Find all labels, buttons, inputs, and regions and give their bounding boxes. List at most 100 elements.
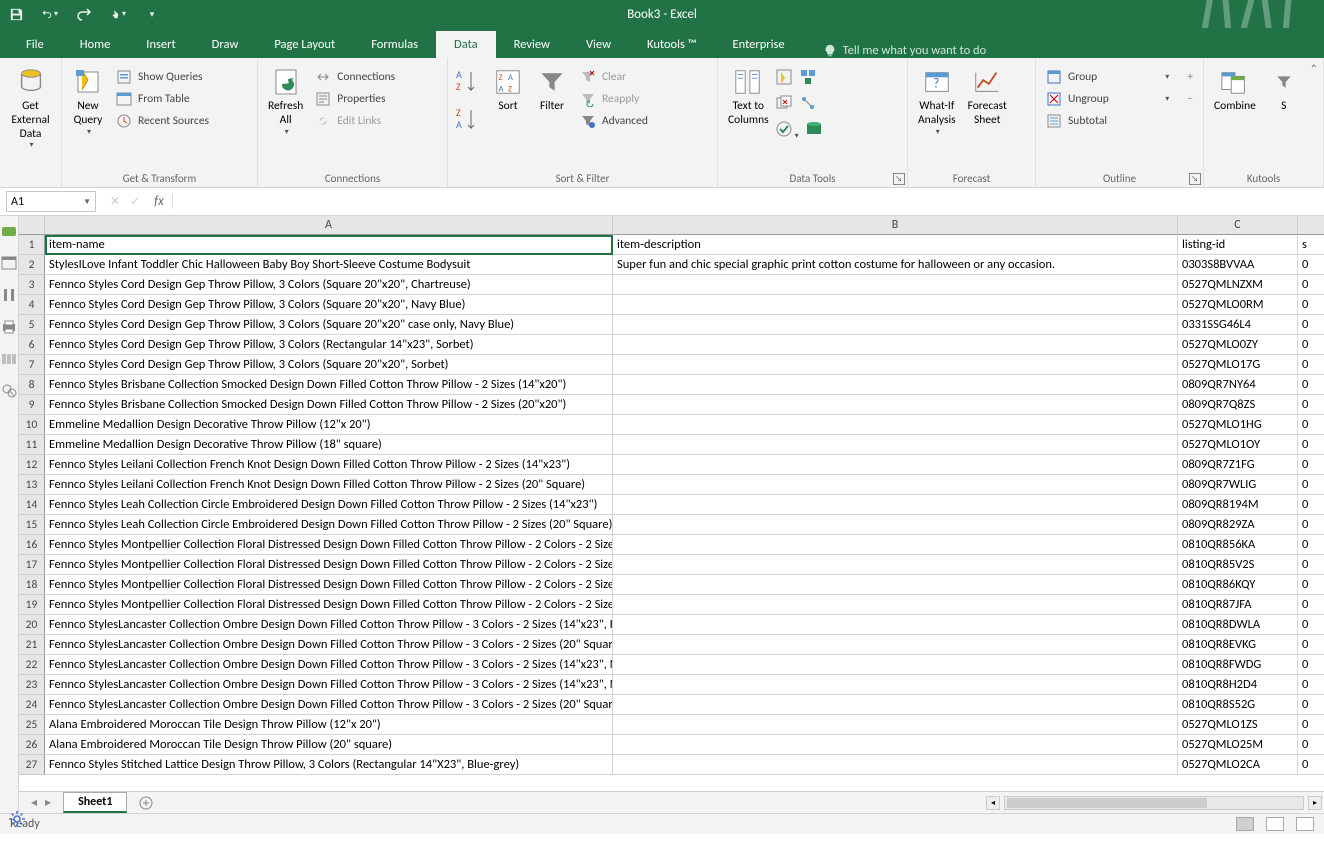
refresh-all-button[interactable]: Refresh All▾ [262, 62, 309, 139]
row-header[interactable]: 13 [19, 475, 45, 495]
ribbon-tab-kutools-[interactable]: Kutools ™ [629, 31, 715, 58]
cell[interactable] [613, 295, 1178, 315]
cell[interactable]: 0 [1298, 675, 1324, 695]
ribbon-tab-home[interactable]: Home [62, 31, 129, 58]
row-header[interactable]: 5 [19, 315, 45, 335]
select-all-corner[interactable] [19, 216, 45, 235]
cell[interactable]: Fennco Styles Leah Collection Circle Emb… [45, 515, 613, 535]
ribbon-tab-formulas[interactable]: Formulas [353, 31, 436, 58]
row-header[interactable]: 14 [19, 495, 45, 515]
cell[interactable]: Alana Embroidered Moroccan Tile Design T… [45, 715, 613, 735]
row-header[interactable]: 11 [19, 435, 45, 455]
column-header[interactable]: C [1178, 216, 1298, 235]
cell[interactable]: Fennco Styles Montpellier Collection Flo… [45, 555, 613, 575]
cell[interactable]: listing-id [1178, 235, 1298, 255]
cell[interactable] [613, 735, 1178, 755]
cell[interactable]: 0810QR86KQY [1178, 575, 1298, 595]
cell[interactable]: 0 [1298, 515, 1324, 535]
cell[interactable] [613, 755, 1178, 775]
cell[interactable] [613, 375, 1178, 395]
rail-barcode-icon[interactable] [0, 350, 18, 368]
cell[interactable] [613, 275, 1178, 295]
cell[interactable]: 0809QR7NY64 [1178, 375, 1298, 395]
cell[interactable]: Fennco Styles Montpellier Collection Flo… [45, 575, 613, 595]
cell[interactable] [613, 415, 1178, 435]
data-validation-icon[interactable]: ▾ [775, 120, 799, 142]
cell[interactable]: 0809QR7Q8ZS [1178, 395, 1298, 415]
ribbon-tab-view[interactable]: View [568, 31, 629, 58]
cell[interactable]: 0810QR8S52G [1178, 695, 1298, 715]
cell[interactable]: 0810QR8EVKG [1178, 635, 1298, 655]
cell[interactable]: Fennco Styles Leilani Collection French … [45, 475, 613, 495]
cell[interactable]: 0527QMLO1ZS [1178, 715, 1298, 735]
tab-nav-next-icon[interactable]: ▸ [45, 795, 51, 810]
row-header[interactable]: 24 [19, 695, 45, 715]
cell[interactable]: 0809QR8194M [1178, 495, 1298, 515]
name-box[interactable]: A1 ▼ [6, 191, 96, 212]
cell[interactable]: Fennco Styles Cord Design Gep Throw Pill… [45, 355, 613, 375]
cell[interactable]: 0 [1298, 435, 1324, 455]
horizontal-scrollbar[interactable]: ◂ ▸ [740, 796, 1324, 810]
page-layout-view-button[interactable] [1266, 817, 1284, 831]
row-header[interactable]: 22 [19, 655, 45, 675]
cell[interactable]: Super fun and chic special graphic print… [613, 255, 1178, 275]
cell[interactable]: Fennco Styles Leilani Collection French … [45, 455, 613, 475]
cell[interactable]: Fennco Styles Brisbane Collection Smocke… [45, 375, 613, 395]
text-to-columns-button[interactable]: Text to Columns [722, 62, 775, 130]
formula-input[interactable] [173, 191, 1324, 212]
cell[interactable]: 0 [1298, 695, 1324, 715]
cell[interactable]: 0527QMLO0ZY [1178, 335, 1298, 355]
dialog-launcher[interactable] [893, 173, 905, 185]
cell[interactable] [613, 495, 1178, 515]
cell[interactable]: 0527QMLNZXM [1178, 275, 1298, 295]
save-icon[interactable] [8, 6, 24, 22]
row-header[interactable]: 3 [19, 275, 45, 295]
customize-qat-icon[interactable]: ▾ [144, 6, 160, 22]
cell[interactable]: 0 [1298, 495, 1324, 515]
from-table-button[interactable]: From Table [110, 88, 215, 110]
cell[interactable]: s [1298, 235, 1324, 255]
column-header[interactable]: A [45, 216, 613, 235]
rail-find-icon[interactable] [0, 382, 18, 400]
column-header[interactable]: B [613, 216, 1178, 235]
cell[interactable]: 0 [1298, 535, 1324, 555]
ribbon-tab-draw[interactable]: Draw [194, 31, 257, 58]
cell[interactable]: 0 [1298, 275, 1324, 295]
cell[interactable]: item-name [45, 235, 613, 255]
scroll-right-icon[interactable]: ▸ [1308, 796, 1322, 810]
cell[interactable]: Fennco Styles Montpellier Collection Flo… [45, 595, 613, 615]
cell[interactable]: 0810QR87JFA [1178, 595, 1298, 615]
row-header[interactable]: 8 [19, 375, 45, 395]
row-header[interactable]: 9 [19, 395, 45, 415]
cell[interactable]: 0 [1298, 575, 1324, 595]
relationships-icon[interactable] [799, 94, 817, 116]
sort-za-icon[interactable]: ZA [456, 106, 480, 136]
row-header[interactable]: 16 [19, 535, 45, 555]
cell[interactable]: Fennco StylesLancaster Collection Ombre … [45, 615, 613, 635]
cell[interactable]: 0 [1298, 595, 1324, 615]
get-external-data-button[interactable]: Get External Data▾ [4, 62, 57, 153]
row-header[interactable]: 26 [19, 735, 45, 755]
cell[interactable] [613, 655, 1178, 675]
cell[interactable]: 0527QMLO2CA [1178, 755, 1298, 775]
rail-column-icon[interactable] [0, 286, 18, 304]
cell[interactable]: 0809QR829ZA [1178, 515, 1298, 535]
cell[interactable]: 0 [1298, 375, 1324, 395]
cell[interactable] [613, 675, 1178, 695]
remove-duplicates-icon[interactable] [775, 94, 793, 116]
cell[interactable]: 0527QMLO0RM [1178, 295, 1298, 315]
cell[interactable] [613, 355, 1178, 375]
recent-sources-button[interactable]: Recent Sources [110, 110, 215, 132]
cell[interactable]: 0527QMLO25M [1178, 735, 1298, 755]
touch-mode-icon[interactable]: ▾ [110, 6, 126, 22]
chevron-down-icon[interactable]: ▼ [83, 197, 91, 207]
cell[interactable] [613, 455, 1178, 475]
cell[interactable]: Fennco Styles Montpellier Collection Flo… [45, 535, 613, 555]
cell[interactable]: 0 [1298, 475, 1324, 495]
row-header[interactable]: 1 [19, 235, 45, 255]
row-header[interactable]: 10 [19, 415, 45, 435]
cell[interactable]: Emmeline Medallion Design Decorative Thr… [45, 435, 613, 455]
cell[interactable]: Fennco StylesLancaster Collection Ombre … [45, 675, 613, 695]
cell[interactable]: 0810QR8H2D4 [1178, 675, 1298, 695]
page-break-view-button[interactable] [1296, 817, 1314, 831]
